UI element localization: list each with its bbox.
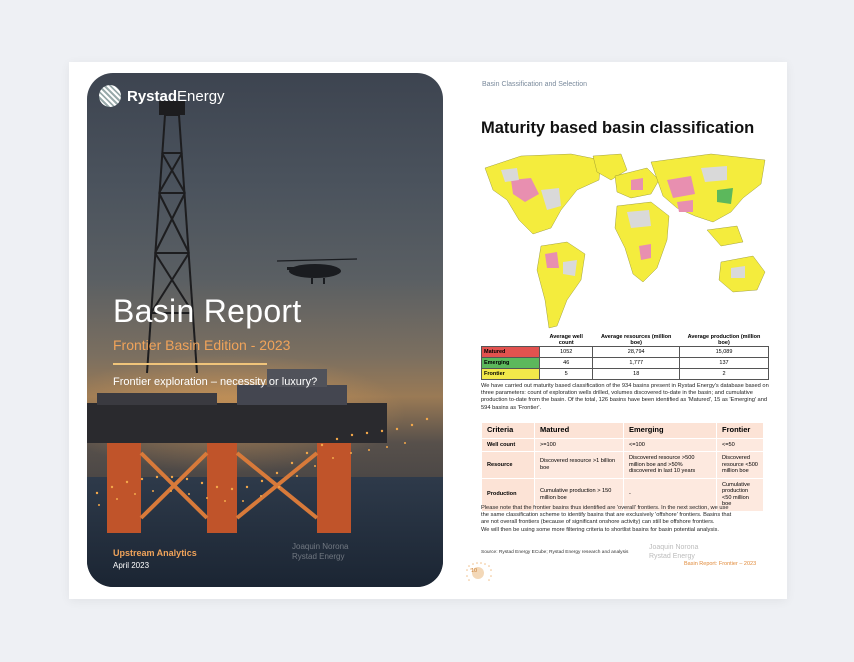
classification-paragraph: We have carried out maturity based class…: [481, 383, 769, 411]
summary-header-blank: [481, 334, 540, 347]
criteria-row-resource: Resource Discovered resource >1 billion …: [481, 451, 764, 479]
cover-page: RystadEnergy Basin Report Frontier Basin…: [87, 73, 443, 587]
cover-date: April 2023: [113, 561, 150, 570]
table-cell: Resource: [481, 451, 535, 479]
table-cell: 28,794: [592, 346, 680, 358]
emerging-label: Emerging: [481, 357, 540, 369]
summary-row-matured: Matured 1052 28,794 15,089: [481, 346, 770, 358]
cover-tagline: Frontier exploration – necessity or luxu…: [113, 376, 318, 388]
table-cell: >=100: [534, 437, 624, 452]
cover-department: Upstream Analytics: [113, 548, 197, 558]
page-title: Maturity based basin classification: [481, 119, 755, 137]
page-author-watermark: Joaquin Norona Rystad Energy: [649, 544, 699, 560]
criteria-header-row: Criteria Matured Emerging Frontier: [481, 422, 764, 439]
summary-header-resources: Average resources (million boe): [592, 334, 680, 347]
emerging-header: Emerging: [623, 422, 717, 439]
cover-author-watermark: Joaquin Norona Rystad Energy: [292, 542, 349, 561]
matured-header: Matured: [534, 422, 624, 439]
breadcrumb: Basin Classification and Selection: [482, 81, 588, 88]
table-cell: Discovered resource >1 billion boe: [534, 451, 624, 479]
rystad-logo: RystadEnergy: [99, 85, 225, 107]
page-number: 10: [471, 568, 478, 574]
table-cell: 5: [538, 368, 594, 380]
summary-row-emerging: Emerging 46 1,777 137: [481, 357, 770, 369]
frontier-label: Frontier: [481, 368, 540, 380]
criteria-row-wells: Well count >=100 <=100 <=50: [481, 437, 764, 452]
frontier-note-paragraph: Please note that the frontier basins thu…: [481, 505, 732, 533]
table-cell: Discovered resource >500 million boe and…: [623, 451, 717, 479]
basin-world-map: [481, 150, 769, 337]
table-cell: 46: [538, 357, 594, 369]
table-cell: <=100: [623, 437, 717, 452]
table-cell: 1052: [538, 346, 594, 358]
source-note: Source: Rystad Energy ECube; Rystad Ener…: [481, 550, 629, 555]
table-cell: 137: [678, 357, 770, 369]
criteria-header: Criteria: [481, 422, 535, 439]
page-footer: Basin Report: Frontier – 2023: [684, 561, 757, 567]
table-cell: Discovered resource <500 million boe: [716, 451, 764, 479]
frontier-header: Frontier: [716, 422, 764, 439]
offshore-rig-illustration: [87, 101, 429, 533]
cover-divider: [113, 363, 267, 365]
matured-label: Matured: [481, 346, 540, 358]
table-cell: 18: [592, 368, 680, 380]
cover-subtitle: Frontier Basin Edition - 2023: [113, 337, 291, 353]
summary-header-row: Average well count Average resources (mi…: [481, 334, 769, 347]
cover-title: Basin Report: [113, 293, 302, 329]
rystad-logo-icon: [99, 85, 121, 107]
table-cell: <=50: [716, 437, 764, 452]
brand-name: RystadEnergy: [127, 87, 225, 105]
summary-table: Average well count Average resources (mi…: [481, 334, 770, 380]
table-cell: 1,777: [592, 357, 680, 369]
table-cell: Well count: [481, 437, 535, 452]
summary-row-frontier: Frontier 5 18 2: [481, 368, 770, 380]
table-cell: 2: [678, 368, 770, 380]
summary-header-wells: Average well count: [539, 334, 593, 347]
criteria-table: Criteria Matured Emerging Frontier Well …: [481, 422, 764, 512]
page-number-badge: [466, 562, 492, 581]
summary-header-production: Average production (million boe): [679, 334, 769, 347]
table-cell: 15,089: [678, 346, 770, 358]
